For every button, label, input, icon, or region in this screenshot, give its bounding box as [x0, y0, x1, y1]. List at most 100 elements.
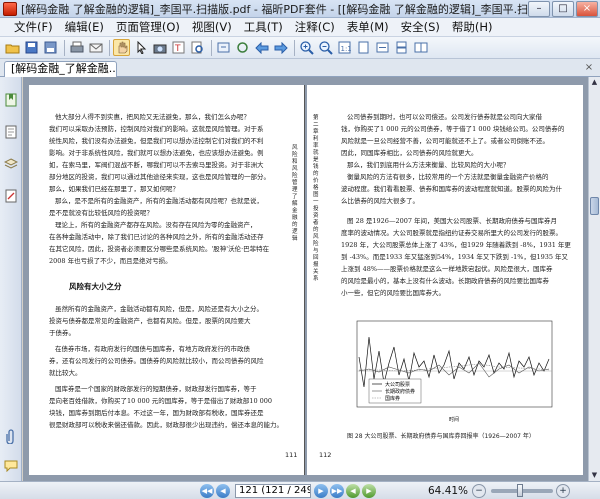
- email-icon[interactable]: [87, 39, 104, 56]
- continuous-view-icon[interactable]: [393, 39, 410, 56]
- main-toolbar: T 1:1: [0, 37, 600, 59]
- zoom-slider[interactable]: [491, 483, 554, 497]
- menu-comment[interactable]: 注释(C): [289, 19, 341, 35]
- forward-icon[interactable]: [272, 39, 289, 56]
- menu-view[interactable]: 视图(V): [186, 19, 238, 35]
- rotate-icon[interactable]: [234, 39, 251, 56]
- text-line: 那么，我们到底用什么方法来衡量、比较风险的大小呢？: [347, 161, 510, 169]
- running-header-vertical: 第二章 利率就是钱的价格 图一 投资者的风险与回报 关系: [313, 115, 319, 282]
- vertical-scrollbar[interactable]: ▲ ▼: [588, 77, 600, 481]
- toolbar-separator: [294, 39, 295, 56]
- go-back-view-button[interactable]: ◀: [346, 483, 360, 498]
- first-page-icon[interactable]: [215, 39, 232, 56]
- text-line: 是不是就没有比较低风险的投资呢？: [49, 209, 153, 217]
- text-line: 块钱，国库券到期后付本息。不过这一年，国为财政部有税收，国库券还是: [49, 409, 264, 417]
- hand-tool-icon[interactable]: [113, 39, 130, 56]
- text-line: 很是财政部可以税收来偿还借款。因此，财政部很少出现违约，偿还本息的能力。: [49, 421, 283, 429]
- layers-icon[interactable]: [3, 155, 19, 173]
- text-line: 他大部分人得不到实惠，把风险又无法避免，那么，我们怎么办呢？: [55, 113, 250, 121]
- text-line: 于债券。: [49, 329, 75, 337]
- title-bar: [解码金融 了解金融的逻辑]_李国平.扫描版.pdf - 福昕PDF套件 - […: [0, 0, 600, 18]
- book-figure-chart: 大公司股票 长期政府债券 国库券 时间: [356, 320, 553, 423]
- go-forward-view-button[interactable]: ▶: [362, 483, 376, 498]
- text-line: 那么，是不是所有的金融资产，所有的金融活动都有风险呢？也就是说，: [55, 197, 263, 205]
- text-line: 券，还有公司发行的公司债券。国债券的风险就比较小，而公司债券的风险: [49, 357, 264, 365]
- window-title: [解码金融 了解金融的逻辑]_李国平.扫描版.pdf - 福昕PDF套件 - […: [21, 2, 528, 16]
- open-folder-icon[interactable]: [4, 39, 21, 56]
- save-as-icon[interactable]: [42, 39, 59, 56]
- select-text-icon[interactable]: [132, 39, 149, 56]
- menu-edit[interactable]: 编辑(E): [59, 19, 110, 35]
- text-line: 么比债券的风险大很多了。: [341, 197, 419, 205]
- chart-legend-label: 国库券: [385, 395, 400, 402]
- page-right: 公司债券到期时，也可以公司偿还。公司发行债券就是公司向大家借 钱，你购买了1 0…: [307, 85, 583, 475]
- save-icon[interactable]: [23, 39, 40, 56]
- scroll-down-arrow[interactable]: ▼: [589, 470, 600, 481]
- pages-thumbnail-icon[interactable]: [3, 123, 19, 141]
- text-line: 图 28 是1926—2007 年间，美国大公司股票、长期政府债券与国库券月: [347, 217, 558, 225]
- last-page-button[interactable]: ▶▶: [330, 483, 344, 498]
- zoom-in-button[interactable]: +: [556, 483, 571, 498]
- text-line: 理论上，所有的金融资产都存在风险。没有存在风险为零的金融资产，: [55, 221, 257, 229]
- bookmarks-icon[interactable]: [3, 91, 19, 109]
- text-line: 到 -43%。而是1933 年又猛涨到54%，1934 年又下跌到 -1%，但1…: [341, 253, 569, 261]
- text-line: 就比较大。: [49, 369, 82, 377]
- text-line: 在其它风险，因此，投资者必须要区分哪些是系统风险。'股神'沃伦·巴菲特在: [49, 245, 270, 253]
- zoom-out-icon[interactable]: [317, 39, 334, 56]
- toolbar-separator: [64, 39, 65, 56]
- chart-legend-label: 大公司股票: [385, 381, 410, 388]
- text-line: 国库券是一个国家的财政部发行的短期债券，财政部发行国库券，等于: [55, 385, 257, 393]
- tab-document[interactable]: [解码金融_了解金融...: [4, 61, 117, 77]
- facing-view-icon[interactable]: [412, 39, 429, 56]
- page-number-input[interactable]: [235, 483, 311, 498]
- zoom-slider-knob[interactable]: [517, 483, 524, 497]
- previous-page-button[interactable]: ◀: [216, 483, 230, 498]
- annotations-icon[interactable]: [3, 187, 19, 205]
- menu-bar: 文件(F) 编辑(E) 页面管理(O) 视图(V) 工具(T) 注释(C) 表单…: [0, 18, 600, 37]
- menu-security[interactable]: 安全(S): [395, 19, 446, 35]
- close-button[interactable]: ×: [576, 0, 598, 17]
- text-line: 在各种金融活动中，除了我们已讨论的各种风险之外，所有的金融活动还存: [49, 233, 264, 241]
- text-line: 部分地区的投资，我们可以通过其他途径来实现，这也是风险管理的一部分。: [49, 173, 270, 181]
- minimize-button[interactable]: –: [528, 0, 550, 17]
- scroll-up-arrow[interactable]: ▲: [589, 77, 600, 88]
- menu-file[interactable]: 文件(F): [8, 19, 59, 35]
- text-line: 因此，同国库券相比，公司债券的风险就更大。: [341, 149, 478, 157]
- text-line: 在债券市场，有政府发行的国债与国库券，有地方政府发行的市政债: [55, 345, 250, 353]
- toolbar-separator: [211, 39, 212, 56]
- zoom-out-button[interactable]: −: [472, 483, 487, 498]
- actual-size-icon[interactable]: 1:1: [336, 39, 353, 56]
- text-line: 波动程度。我们看看股票、债券和国库券的波动程度就知道。股票的风险为什: [341, 185, 562, 193]
- typewriter-icon[interactable]: T: [170, 39, 187, 56]
- status-bar: ◀◀ ◀ ▶ ▶▶ ◀ ▶ 64.41% − +: [0, 481, 600, 499]
- zoom-in-icon[interactable]: [298, 39, 315, 56]
- maximize-button[interactable]: □: [552, 0, 574, 17]
- text-line: 影响。对于非系统性风险，我们就可以想办法避免，也应该想办法避免。例: [49, 149, 264, 157]
- menu-help[interactable]: 帮助(H): [446, 19, 499, 35]
- find-icon[interactable]: [189, 39, 206, 56]
- attachment-icon[interactable]: [3, 427, 19, 445]
- text-line: 公司债券到期时，也可以公司偿还。公司发行债券就是公司向大家借: [347, 113, 542, 121]
- menu-tools[interactable]: 工具(T): [238, 19, 289, 35]
- close-tab-button[interactable]: ×: [582, 61, 596, 75]
- scroll-thumb[interactable]: [590, 197, 599, 215]
- text-line: 上涨到 48%——股票价格就是这么一样地跌宕起伏。风险是很大，国库券: [341, 265, 553, 273]
- page-left: 他大部分人得不到实惠，把风险又无法避免，那么，我们怎么办呢？ 我们可以采取办法预…: [29, 85, 305, 475]
- text-line: 如，在索马里，军阀们混战不断，哪我们可以不去索马里投资。对于非洲大: [49, 161, 264, 169]
- menu-form[interactable]: 表单(M): [341, 19, 395, 35]
- chart-legend-label: 长期政府债券: [385, 388, 415, 395]
- print-icon[interactable]: [68, 39, 85, 56]
- fit-page-icon[interactable]: [355, 39, 372, 56]
- navigation-sidebar: [0, 77, 22, 481]
- document-viewport[interactable]: 他大部分人得不到实惠，把风险又无法避免，那么，我们怎么办呢？ 我们可以采取办法预…: [23, 77, 588, 481]
- menu-page-manage[interactable]: 页面管理(O): [110, 19, 186, 35]
- svg-text:1:1: 1:1: [341, 45, 352, 53]
- page-number: 111: [285, 451, 298, 459]
- comment-icon[interactable]: [3, 457, 19, 475]
- first-page-button[interactable]: ◀◀: [200, 483, 214, 498]
- fit-width-icon[interactable]: [374, 39, 391, 56]
- back-icon[interactable]: [253, 39, 270, 56]
- snapshot-icon[interactable]: [151, 39, 168, 56]
- next-page-button[interactable]: ▶: [314, 483, 328, 498]
- text-line: 投资与债券都是常见的金融资产，也都有风险。但是，股票的风险要大: [49, 317, 251, 325]
